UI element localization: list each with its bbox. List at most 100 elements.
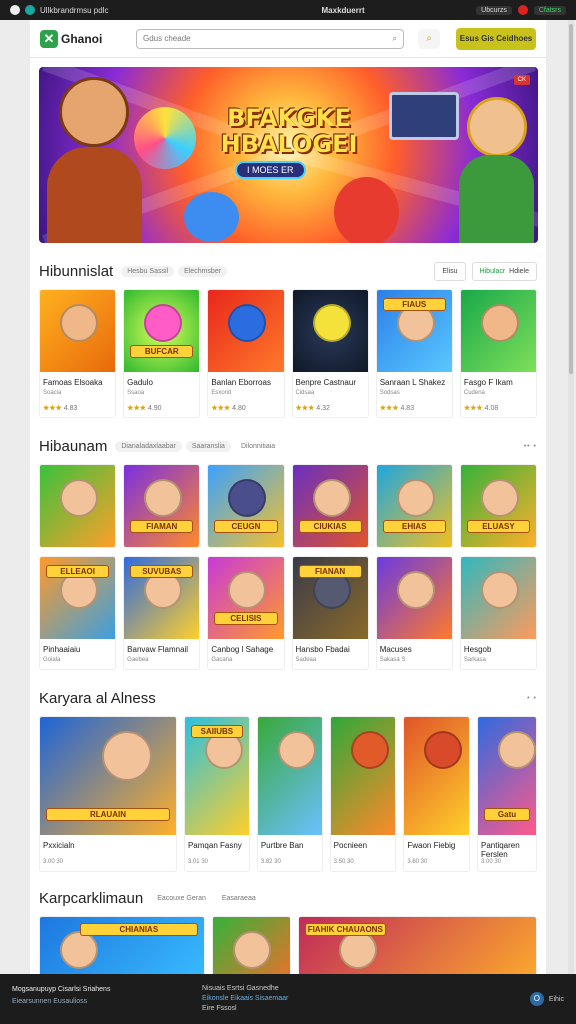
footer-mid1[interactable]: Nisuais Esrtsi Gasnedhe xyxy=(202,984,288,994)
logo-text: Ghanoi xyxy=(61,31,103,46)
game-card[interactable]: BUFCAR Gadulo Ssaoa ★★★ 4.90 xyxy=(123,289,201,418)
game-card[interactable]: FIAMAN xyxy=(123,464,201,548)
thumb-label: ELUASY xyxy=(466,520,531,533)
game-card[interactable]: Gatu Pantiqaren Ferslen 3.00 30 xyxy=(477,716,538,872)
topbar-item-b[interactable]: Cfatsrs xyxy=(533,5,566,15)
game-name: Macuses xyxy=(379,645,412,654)
hero-character-right-body xyxy=(459,155,534,243)
filter-chip[interactable]: Eacouxe Geran xyxy=(151,893,212,904)
game-card[interactable] xyxy=(39,464,117,548)
footer-line2[interactable]: Eiearsunnen Eusaulioss xyxy=(12,996,192,1008)
search-placeholder: Gdus cheade xyxy=(143,34,191,43)
hero-play-button[interactable]: I MOES ER xyxy=(235,161,306,179)
game-card[interactable]: ELLEAOI Pinhaaiaiu Goiala xyxy=(39,556,117,670)
filter-chip[interactable]: Easaraeaa xyxy=(216,893,262,904)
section-title: Karyara al Alness xyxy=(39,689,156,707)
thumb-label: FIANAN xyxy=(298,565,362,578)
game-name: Pinhaaiaiu xyxy=(43,645,81,654)
game-sub: 3.01 30 xyxy=(187,859,208,865)
score: 4.90 xyxy=(147,405,162,412)
footer-line1[interactable]: Mogsanupuyp Cisarlsi Sriahens xyxy=(12,984,192,996)
section-new-header: Karyara al Alness • • xyxy=(30,684,546,712)
thumb-label: EHIAS xyxy=(382,520,446,533)
popular-grid-row1: FIAMAN CEUGN CIUKIAS EHIAS ELUASY xyxy=(30,464,546,548)
hero-title: BFAKGKE HBALOGEI xyxy=(220,104,358,158)
game-sub: Gacana xyxy=(211,657,233,663)
hero-ball-character xyxy=(134,107,196,169)
section-title: Hibunnislat xyxy=(39,262,114,280)
footer-mid2[interactable]: Eikonsle Eikaais Sisaemaar xyxy=(202,994,288,1004)
hero-badge[interactable]: CK xyxy=(513,75,530,85)
game-card[interactable]: CELISIS Canbog l Sahage Gacana xyxy=(207,556,285,670)
cta-button[interactable]: Esus Gis Ceidhoes xyxy=(456,27,536,50)
stars: ★★★ xyxy=(295,405,315,412)
rating: ★★★ 4.83 xyxy=(377,396,452,417)
thumb-label: SUVUBAS xyxy=(130,565,194,578)
game-card[interactable]: FIAUS Sanraan L Shakez Sodsas ★★★ 4.83 xyxy=(375,289,453,418)
game-sub: 3.00 30 xyxy=(43,859,64,865)
thumb-label: CHIANIAS xyxy=(80,923,198,936)
rating: ★★★ 4.08 xyxy=(461,396,536,417)
score: 4.83 xyxy=(400,405,415,412)
hero-character-left-body xyxy=(47,147,142,243)
more-link[interactable]: • • xyxy=(527,695,537,702)
game-card[interactable]: SAIIUBS Pamqan Fasny 3.01 30 xyxy=(183,716,250,872)
topbar-title: Maxkduerrt xyxy=(321,5,365,15)
filter-chip[interactable]: Saaranslia xyxy=(185,440,231,452)
game-card[interactable]: CIUKIAS xyxy=(291,464,369,548)
footer-mid3[interactable]: Eire Fssosl xyxy=(202,1004,288,1014)
filter-chip[interactable]: Elechmsber xyxy=(178,265,228,277)
game-card[interactable]: FIANAN Hansbo Fbadai Sadeaa xyxy=(291,556,369,670)
search-input[interactable]: Gdus cheade ⌕ xyxy=(136,28,404,49)
game-card[interactable]: Macuses Sakasa S xyxy=(375,556,453,670)
game-card[interactable]: Pocnieen 3.50 30 xyxy=(329,716,397,872)
scrollbar-thumb[interactable] xyxy=(569,24,573,374)
score: 4.08 xyxy=(484,405,499,412)
game-card[interactable]: Fasgo F Ikam Cudena ★★★ 4.08 xyxy=(459,289,538,418)
filter-chip[interactable]: Dilonnitiaia xyxy=(235,441,281,452)
thumb-label: Gatu xyxy=(484,808,531,821)
game-card[interactable]: Famoas Elsoaka Soacia ★★★ 4.83 xyxy=(39,289,117,418)
game-card[interactable]: FIAHIK CHAUAONS xyxy=(297,916,537,974)
game-card[interactable]: CEUGN xyxy=(207,464,285,548)
thumb-label: FIAUS xyxy=(382,298,446,311)
hero-monitor xyxy=(389,92,459,140)
game-sub: Sarkasa xyxy=(463,657,486,663)
filter-chip[interactable]: Hesbu Sassil xyxy=(121,265,175,277)
thumb-label: RLAUAIN xyxy=(46,808,170,821)
game-card[interactable]: RLAUAIN Pxxicialn 3.00 30 xyxy=(39,716,177,872)
tab-2[interactable]: Hibulacr Hdiele xyxy=(471,261,537,281)
game-card[interactable]: Purtbre Ban 3.82 30 xyxy=(256,716,323,872)
more-link[interactable]: •• • xyxy=(524,443,537,450)
hero-blue-creature xyxy=(184,192,239,242)
tab-1[interactable]: Elisu xyxy=(434,261,466,281)
filter-chip[interactable]: Dianaladaxlaabar xyxy=(115,440,182,452)
topbar-item-a[interactable]: Ubcurzs xyxy=(476,5,512,15)
game-card[interactable]: Fwaon Fiebig 3.60 30 xyxy=(403,716,470,872)
hero-character-right xyxy=(467,97,527,157)
game-card[interactable]: Benpre Castnaur Cidsaa ★★★ 4.32 xyxy=(291,289,369,418)
notification-icon[interactable] xyxy=(517,5,528,15)
game-card[interactable]: CHIANIAS xyxy=(39,916,205,974)
game-sub: 3.60 30 xyxy=(407,859,428,865)
game-card[interactable]: SUVUBAS Banvaw Flamnail Gaebea xyxy=(123,556,201,670)
rating: ★★★ 4.32 xyxy=(293,396,368,417)
game-name: Fwaon Fiebig xyxy=(407,841,456,850)
score: 4.83 xyxy=(63,405,78,412)
game-card[interactable] xyxy=(211,916,291,974)
thumb-label: CIUKIAS xyxy=(298,520,362,533)
game-card[interactable]: EHIAS xyxy=(375,464,453,548)
tab-3-label: Hdiele xyxy=(509,267,529,275)
hero-banner[interactable]: BFAKGKE HBALOGEI I MOES ER CK xyxy=(39,67,538,243)
game-card[interactable]: ELUASY xyxy=(459,464,538,548)
logo[interactable]: ✕ Ghanoi xyxy=(40,29,136,48)
app-icon[interactable] xyxy=(10,5,20,15)
game-card[interactable]: Hesgob Sarkasa xyxy=(459,556,538,670)
footer-right[interactable]: Eihic xyxy=(549,996,564,1003)
info-icon[interactable]: O xyxy=(529,992,544,1006)
tab-2-label: Hibulacr xyxy=(479,267,506,275)
section-title: Hibaunam xyxy=(39,437,108,455)
search-button[interactable]: ⌕ xyxy=(418,28,440,49)
game-card[interactable]: Banlan Eborroas Esxorid ★★★ 4.80 xyxy=(207,289,285,418)
stars: ★★★ xyxy=(463,405,483,412)
